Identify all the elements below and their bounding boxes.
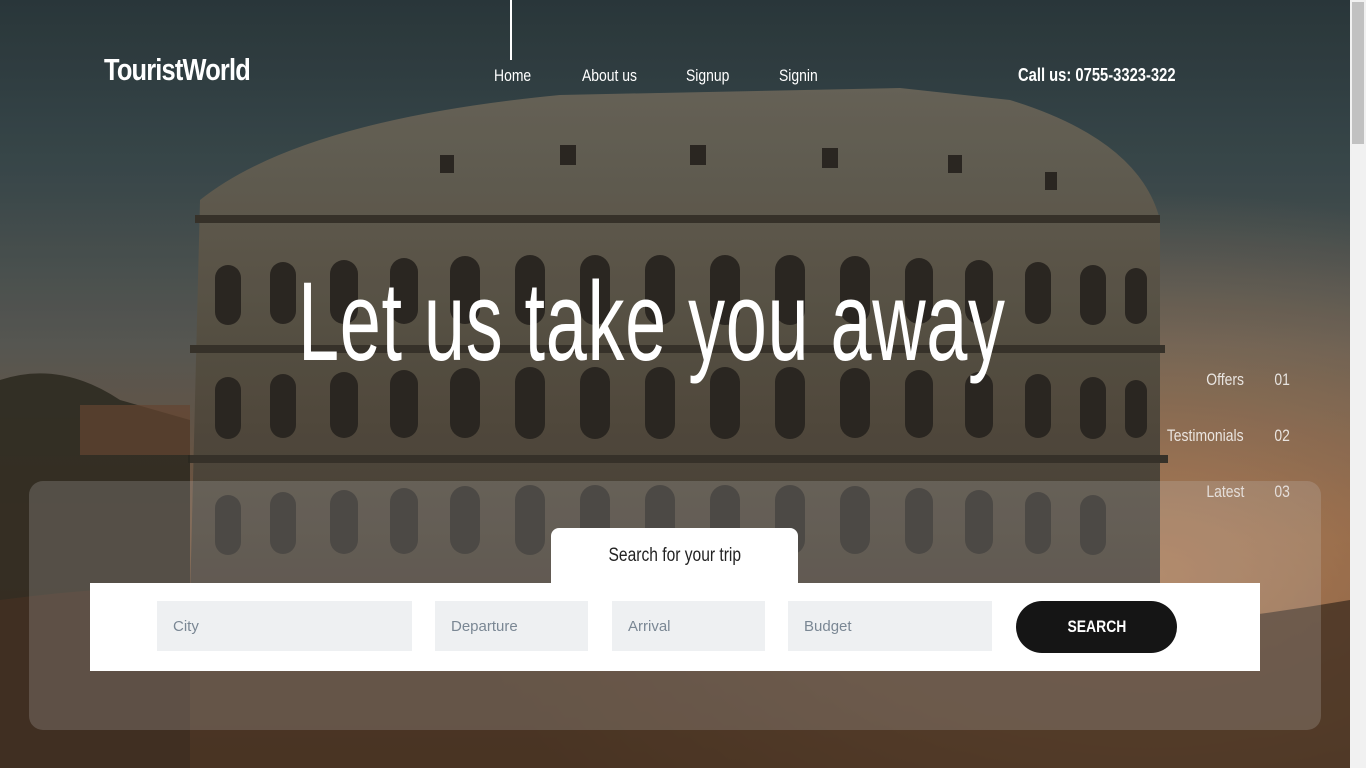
search-tab-label: Search for your trip xyxy=(608,545,741,566)
departure-input[interactable] xyxy=(435,601,588,651)
contact-phone: Call us: 0755-3323-322 xyxy=(1018,65,1176,85)
nav-home-link[interactable]: Home xyxy=(494,66,531,86)
search-button-label: SEARCH xyxy=(1067,617,1126,636)
side-nav-label: Offers xyxy=(1206,370,1244,389)
hero-title: Let us take you away xyxy=(298,259,1006,384)
search-button[interactable]: SEARCH xyxy=(1016,601,1177,653)
search-tab[interactable]: Search for your trip xyxy=(551,528,798,584)
side-nav-label: Testimonials xyxy=(1167,426,1244,445)
budget-input[interactable] xyxy=(788,601,992,651)
nav-signin-link[interactable]: Signin xyxy=(779,66,818,86)
trip-search-form: SEARCH xyxy=(90,583,1260,671)
arrival-input[interactable] xyxy=(612,601,765,651)
city-input[interactable] xyxy=(157,601,412,651)
side-nav-number: 01 xyxy=(1274,370,1290,389)
scrollbar-thumb[interactable] xyxy=(1352,2,1364,144)
nav-about-link[interactable]: About us xyxy=(582,66,637,86)
active-nav-indicator xyxy=(510,0,512,60)
site-logo[interactable]: TouristWorld xyxy=(104,52,251,88)
nav-signup-link[interactable]: Signup xyxy=(686,66,729,86)
page-scrollbar[interactable] xyxy=(1350,0,1366,768)
side-nav-number: 02 xyxy=(1274,426,1290,445)
